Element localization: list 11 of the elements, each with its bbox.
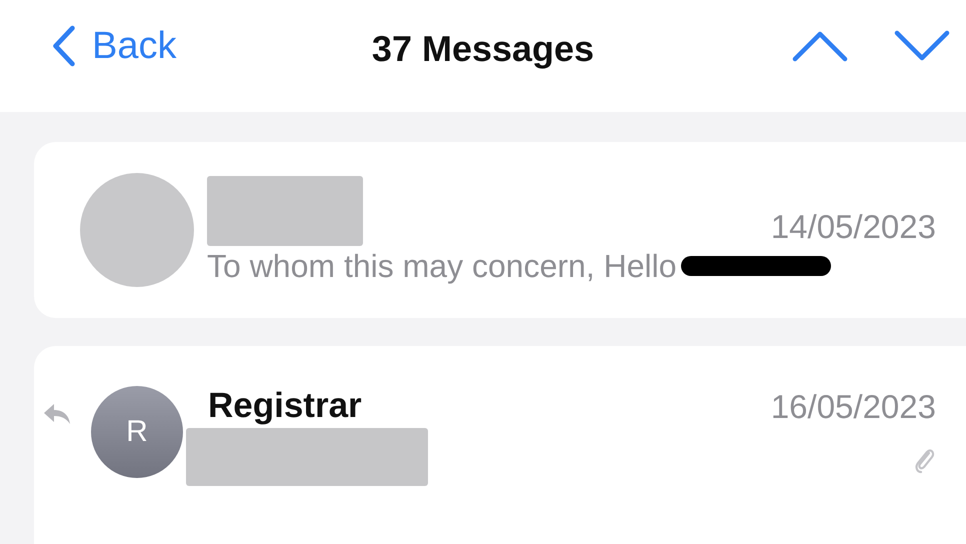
- message-card[interactable]: R Registrar 16/05/2023: [34, 346, 966, 544]
- back-button[interactable]: Back: [50, 24, 176, 68]
- message-card[interactable]: 14/05/2023 To whom this may concern, Hello: [34, 142, 966, 318]
- up-chevron-icon[interactable]: [792, 30, 848, 62]
- sender-name: Registrar: [208, 386, 362, 426]
- message-date: 16/05/2023: [770, 388, 936, 426]
- avatar: R: [91, 386, 183, 478]
- message-preview: To whom this may concern, Hello: [207, 248, 677, 284]
- down-chevron-icon[interactable]: [894, 30, 950, 62]
- message-date: 14/05/2023: [770, 208, 936, 246]
- nav-title: 37 Messages: [372, 28, 594, 70]
